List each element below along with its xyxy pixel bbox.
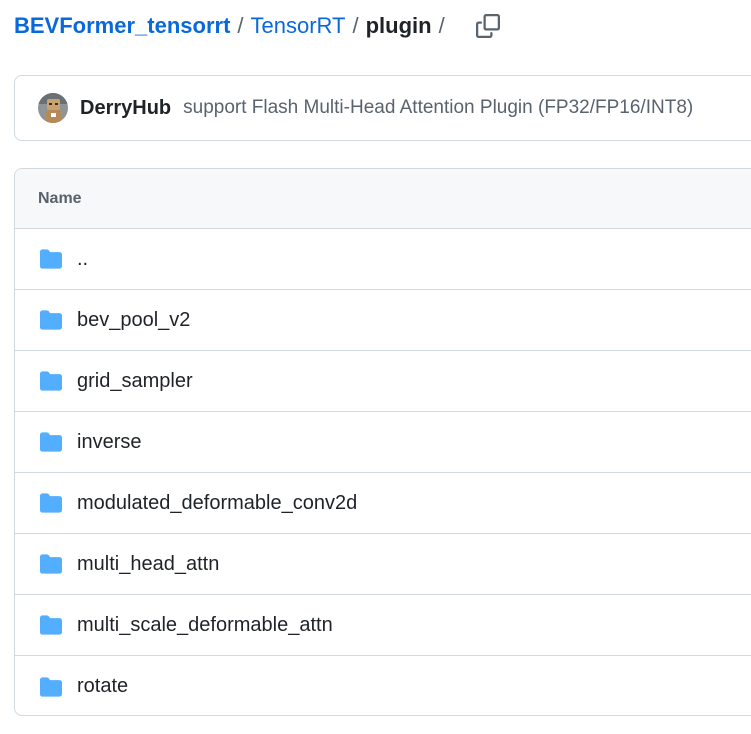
file-name-link[interactable]: inverse (77, 431, 141, 454)
breadcrumb-folder-link[interactable]: TensorRT (251, 13, 346, 39)
table-row[interactable]: modulated_deformable_conv2d (15, 473, 751, 534)
breadcrumb-current: plugin (365, 13, 432, 38)
file-name-link[interactable]: bev_pool_v2 (77, 309, 190, 332)
folder-icon (38, 431, 64, 453)
table-header: Name (15, 169, 751, 229)
commit-author-link[interactable]: DerryHub (80, 97, 171, 120)
breadcrumb: BEVFormer_tensorrt / TensorRT / plugin / (14, 10, 502, 42)
table-row[interactable]: inverse (15, 412, 751, 473)
copy-icon (475, 14, 500, 38)
folder-icon (38, 248, 64, 270)
table-row[interactable]: multi_scale_deformable_attn (15, 595, 751, 656)
file-name-link[interactable]: multi_head_attn (77, 553, 219, 576)
folder-icon (38, 309, 64, 331)
file-name-link[interactable]: .. (77, 248, 88, 271)
breadcrumb-separator: / (438, 13, 445, 38)
table-row[interactable]: rotate (15, 656, 751, 715)
folder-icon (38, 553, 64, 575)
table-row[interactable]: multi_head_attn (15, 534, 751, 595)
parent-directory-row[interactable]: .. (15, 229, 751, 290)
copy-path-button[interactable] (474, 12, 502, 40)
commit-message-link[interactable]: support Flash Multi-Head Attention Plugi… (183, 97, 693, 119)
latest-commit-bar: DerryHub support Flash Multi-Head Attent… (14, 75, 751, 141)
folder-icon (38, 370, 64, 392)
table-row[interactable]: bev_pool_v2 (15, 290, 751, 351)
folder-icon (38, 492, 64, 514)
avatar[interactable] (38, 93, 68, 123)
name-column-header: Name (38, 189, 82, 207)
breadcrumb-repo-link[interactable]: BEVFormer_tensorrt (14, 13, 230, 39)
file-name-link[interactable]: multi_scale_deformable_attn (77, 614, 333, 637)
breadcrumb-separator: / (352, 13, 359, 38)
file-name-link[interactable]: grid_sampler (77, 370, 193, 393)
folder-icon (38, 614, 64, 636)
file-name-link[interactable]: rotate (77, 675, 128, 698)
breadcrumb-separator: / (237, 13, 244, 38)
folder-icon (38, 676, 64, 698)
file-table: Name .. bev_pool_v2 grid_samplerinverse mod… (14, 168, 751, 716)
file-name-link[interactable]: modulated_deformable_conv2d (77, 492, 357, 515)
table-row[interactable]: grid_sampler (15, 351, 751, 412)
